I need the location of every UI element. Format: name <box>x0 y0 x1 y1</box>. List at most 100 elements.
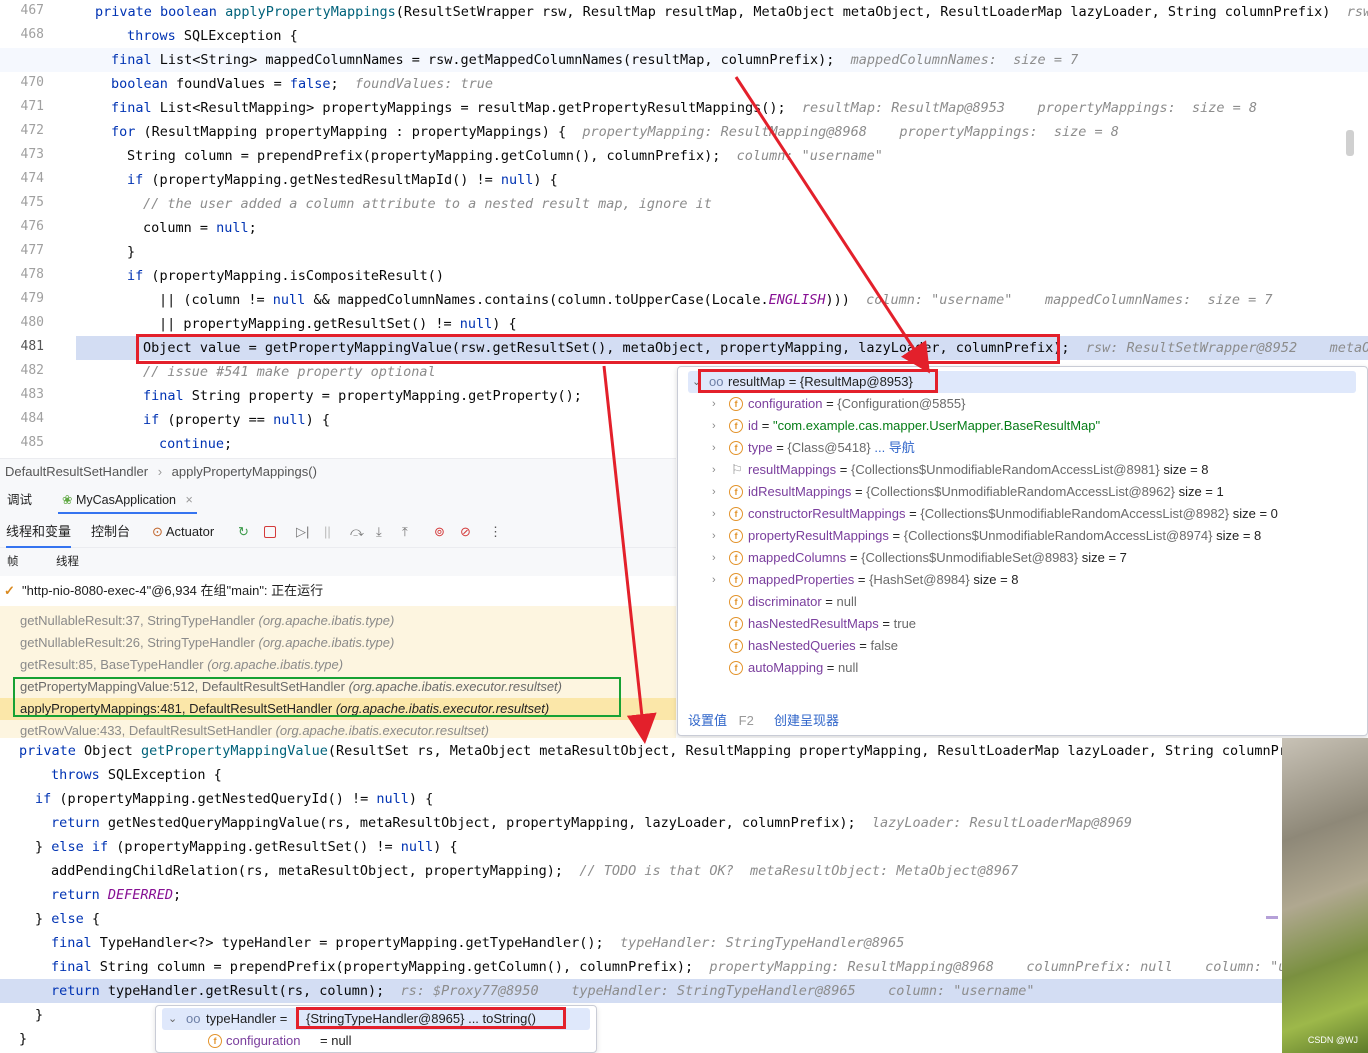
frame-item[interactable]: applyPropertyMappings:481, DefaultResult… <box>0 698 676 720</box>
frame-package: (org.apache.ibatis.type) <box>258 635 395 650</box>
more-icon[interactable]: ⋮ <box>489 516 502 548</box>
tab-debug[interactable]: 调试 <box>7 484 32 516</box>
chevron-right-icon[interactable]: › <box>712 503 716 525</box>
stop-icon[interactable] <box>264 526 276 538</box>
chevron-right-icon[interactable]: › <box>712 459 716 481</box>
popup-field-row[interactable]: › f configuration = {Configuration@5855} <box>678 393 1368 415</box>
resume-icon[interactable]: ▷| <box>296 516 309 548</box>
thread-selector[interactable]: ✓ "http-nio-8080-exec-4"@6,934 在组"main":… <box>0 576 676 606</box>
code-line[interactable]: if (propertyMapping.getNestedResultMapId… <box>0 168 1368 192</box>
close-icon[interactable]: × <box>186 493 193 507</box>
chevron-right-icon[interactable]: › <box>712 525 716 547</box>
code-line[interactable]: || (column != null && mappedColumnNames.… <box>0 288 1368 312</box>
create-renderer-link[interactable]: 创建呈现器 <box>774 707 839 735</box>
variable-inspector-popup[interactable]: ⌄ oo resultMap = {ResultMap@8953} › f conf… <box>677 366 1368 736</box>
background-photo: CSDN @WJ <box>1282 738 1368 1053</box>
code-line[interactable]: Object value = getPropertyMappingValue(r… <box>76 336 1368 360</box>
code-text: } else if (propertyMapping.getResultSet(… <box>35 839 458 855</box>
line-number[interactable]: 481 <box>0 339 44 354</box>
popup-field-row[interactable]: › f idResultMappings = {Collections$Unmodi… <box>678 481 1368 503</box>
breadcrumb-method[interactable]: applyPropertyMappings() <box>172 464 317 479</box>
popup-field-row[interactable]: › f id = "com.example.cas.mapper.UserMappe… <box>678 415 1368 437</box>
mute-breakpoints-icon[interactable]: ⊘ <box>460 516 471 548</box>
popup-field-row[interactable]: f autoMapping = null <box>678 657 1368 679</box>
code-text: Object value = getPropertyMappingValue(r… <box>143 340 1368 356</box>
code-line[interactable]: return typeHandler.getResult(rs, column)… <box>0 979 1282 1003</box>
breadcrumb-class[interactable]: DefaultResultSetHandler <box>5 464 148 479</box>
code-line[interactable]: String column = prependPrefix(propertyMa… <box>0 144 1368 168</box>
frame-item[interactable]: getNullableResult:26, StringTypeHandler … <box>20 632 394 654</box>
code-line[interactable]: } else if (propertyMapping.getResultSet(… <box>0 835 1282 859</box>
popup-field-row[interactable]: › f mappedProperties = {HashSet@8984} size… <box>678 569 1368 591</box>
tab-actuator[interactable]: ⊙ Actuator <box>152 516 214 548</box>
code-line[interactable]: } else { <box>0 907 1282 931</box>
chevron-down-icon[interactable]: ⌄ <box>692 371 701 393</box>
editor-scroll-marker[interactable] <box>1346 130 1354 156</box>
frame-item[interactable]: getNullableResult:37, StringTypeHandler … <box>20 610 394 632</box>
chevron-right-icon[interactable]: › <box>712 481 716 503</box>
popup-footer: 设置值 F2 创建呈现器 <box>678 707 1367 735</box>
popup-field-row[interactable]: › f constructorResultMappings = {Collectio… <box>678 503 1368 525</box>
popup-field-row[interactable]: f hasNestedQueries = false <box>678 635 1368 657</box>
field-name: idResultMappings <box>748 484 852 499</box>
popup-root-row[interactable]: ⌄ oo resultMap = {ResultMap@8953} <box>688 371 1356 393</box>
code-line[interactable]: if (propertyMapping.isCompositeResult() <box>0 264 1368 288</box>
field-value: true <box>893 616 917 631</box>
tab-console[interactable]: 控制台 <box>91 516 130 548</box>
frame-item[interactable]: getResult:85, BaseTypeHandler (org.apach… <box>20 654 343 676</box>
code-line[interactable]: private Object getPropertyMappingValue(R… <box>0 739 1282 763</box>
code-line[interactable]: column = null; <box>0 216 1368 240</box>
view-breakpoints-icon[interactable]: ⊚ <box>434 516 445 548</box>
code-line[interactable]: for (ResultMapping propertyMapping : pro… <box>0 120 1368 144</box>
typehandler-inspector-popup[interactable]: ⌄ oo typeHandler = {StringTypeHandler@89… <box>155 1005 597 1053</box>
code-line[interactable]: throws SQLException { <box>0 763 1282 787</box>
chevron-right-icon[interactable]: › <box>712 415 716 437</box>
code-line[interactable]: throws SQLException { <box>0 24 1368 48</box>
tab-frames[interactable]: 帧 <box>7 548 19 576</box>
code-text: if (property == null) { <box>143 412 330 428</box>
code-line[interactable]: // the user added a column attribute to … <box>0 192 1368 216</box>
pause-icon[interactable]: || <box>324 516 331 548</box>
mini-field-row[interactable]: f configuration = null <box>162 1030 590 1052</box>
set-value-label: 设置值 <box>688 713 728 728</box>
step-over-icon[interactable]: ⤼ <box>350 516 364 548</box>
tab-app[interactable]: ❀ MyCasApplication × <box>58 484 197 514</box>
code-line[interactable]: } <box>0 240 1368 264</box>
rerun-icon[interactable]: ↻ <box>238 516 249 548</box>
field-icon: f <box>729 639 743 653</box>
popup-field-row[interactable]: f discriminator = null <box>678 591 1368 613</box>
code-line[interactable]: addPendingChildRelation(rs, metaResultOb… <box>0 859 1282 883</box>
popup-field-row[interactable]: › ⚐ resultMappings = {Collections$Unmodifi… <box>678 459 1368 481</box>
code-line[interactable]: boolean foundValues = false; foundValues… <box>0 72 1368 96</box>
popup-field-row[interactable]: › f mappedColumns = {Collections$Unmodifia… <box>678 547 1368 569</box>
code-line[interactable]: private boolean applyPropertyMappings(Re… <box>0 0 1368 24</box>
frame-method: getNullableResult:37, StringTypeHandler <box>20 613 255 628</box>
chevron-right-icon[interactable]: › <box>712 393 716 415</box>
code-line[interactable]: final TypeHandler<?> typeHandler = prope… <box>0 931 1282 955</box>
code-line[interactable]: final List<String> mappedColumnNames = r… <box>0 48 1368 72</box>
tab-threads-variables[interactable]: 线程和变量 <box>6 516 72 548</box>
code-line[interactable]: final List<ResultMapping> propertyMappin… <box>0 96 1368 120</box>
code-line[interactable]: return getNestedQueryMappingValue(rs, me… <box>0 811 1282 835</box>
code-line[interactable]: final String column = prependPrefix(prop… <box>0 955 1282 979</box>
chevron-down-icon[interactable]: ⌄ <box>168 1008 177 1030</box>
code-line[interactable]: return DEFERRED; <box>0 883 1282 907</box>
editor-scroll-marker[interactable] <box>1266 916 1278 919</box>
set-value-link[interactable]: 设置值 F2 <box>688 707 754 735</box>
mini-root-row[interactable]: ⌄ oo typeHandler = {StringTypeHandler@89… <box>162 1008 590 1030</box>
popup-field-row[interactable]: › f propertyResultMappings = {Collections$… <box>678 525 1368 547</box>
chevron-right-icon[interactable]: › <box>712 547 716 569</box>
popup-field-row[interactable]: f hasNestedResultMaps = true <box>678 613 1368 635</box>
frame-method: getRowValue:433, DefaultResultSetHandler <box>20 723 272 738</box>
field-icon: f <box>729 485 743 499</box>
step-into-icon[interactable]: ⤓ <box>376 516 382 548</box>
step-out-icon[interactable]: ⤒ <box>402 516 408 548</box>
code-line[interactable]: if (propertyMapping.getNestedQueryId() !… <box>0 787 1282 811</box>
frame-item[interactable]: getPropertyMappingValue:512, DefaultResu… <box>20 676 562 698</box>
chevron-right-icon[interactable]: › <box>712 569 716 591</box>
tab-threads[interactable]: 线程 <box>56 548 79 576</box>
mini-field-name: configuration <box>226 1033 301 1048</box>
code-line[interactable]: || propertyMapping.getResultSet() != nul… <box>0 312 1368 336</box>
popup-field-row[interactable]: › f type = {Class@5418} ... 导航 <box>678 437 1368 459</box>
chevron-right-icon[interactable]: › <box>712 437 716 459</box>
